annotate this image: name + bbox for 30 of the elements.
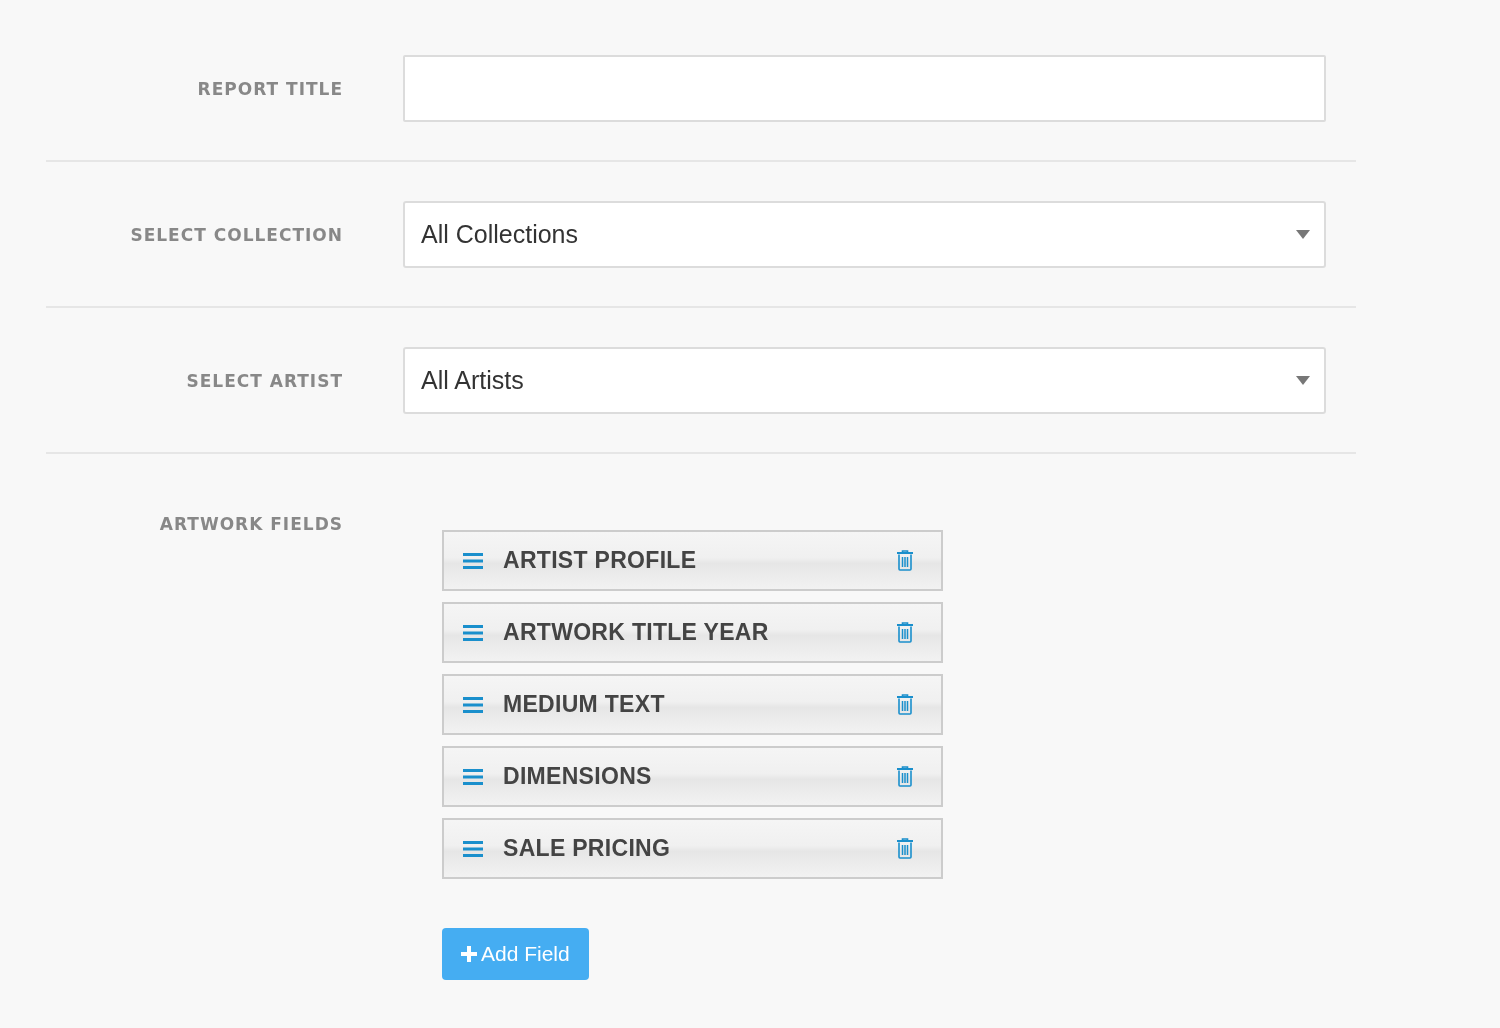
field-item[interactable]: MEDIUM TEXT xyxy=(442,674,943,735)
trash-icon[interactable] xyxy=(896,694,914,715)
trash-icon[interactable] xyxy=(896,838,914,859)
field-name: ARTIST PROFILE xyxy=(503,547,698,574)
field-item[interactable]: ARTIST PROFILE xyxy=(442,530,943,591)
hamburger-icon[interactable] xyxy=(463,624,483,641)
field-item[interactable]: ARTWORK TITLE YEAR xyxy=(442,602,943,663)
field-name: ARTWORK TITLE YEAR xyxy=(503,619,770,646)
input-field[interactable] xyxy=(403,55,1326,122)
hamburger-icon[interactable] xyxy=(463,552,483,569)
field-label: SELECT ARTIST xyxy=(186,370,343,391)
field-name: SALE PRICING xyxy=(503,835,672,862)
hamburger-icon[interactable] xyxy=(463,696,483,713)
trash-icon[interactable] xyxy=(896,766,914,787)
trash-icon[interactable] xyxy=(896,550,914,571)
caret-icon xyxy=(1296,230,1310,239)
field-label: REPORT TITLE xyxy=(197,78,343,99)
hamburger-icon[interactable] xyxy=(463,840,483,857)
select-field[interactable]: All Artists xyxy=(403,347,1326,414)
hamburger-icon[interactable] xyxy=(463,768,483,785)
field-name: DIMENSIONS xyxy=(503,763,653,790)
field-name: MEDIUM TEXT xyxy=(503,691,666,718)
field-item[interactable]: DIMENSIONS xyxy=(442,746,943,807)
trash-icon[interactable] xyxy=(896,622,914,643)
select-field[interactable]: All Collections xyxy=(403,201,1326,268)
field-label: ARTWORK FIELDS xyxy=(159,514,343,534)
caret-icon xyxy=(1296,376,1310,385)
field-label: SELECT COLLECTION xyxy=(130,224,343,245)
field-item[interactable]: SALE PRICING xyxy=(442,818,943,879)
plus-icon xyxy=(461,946,477,962)
